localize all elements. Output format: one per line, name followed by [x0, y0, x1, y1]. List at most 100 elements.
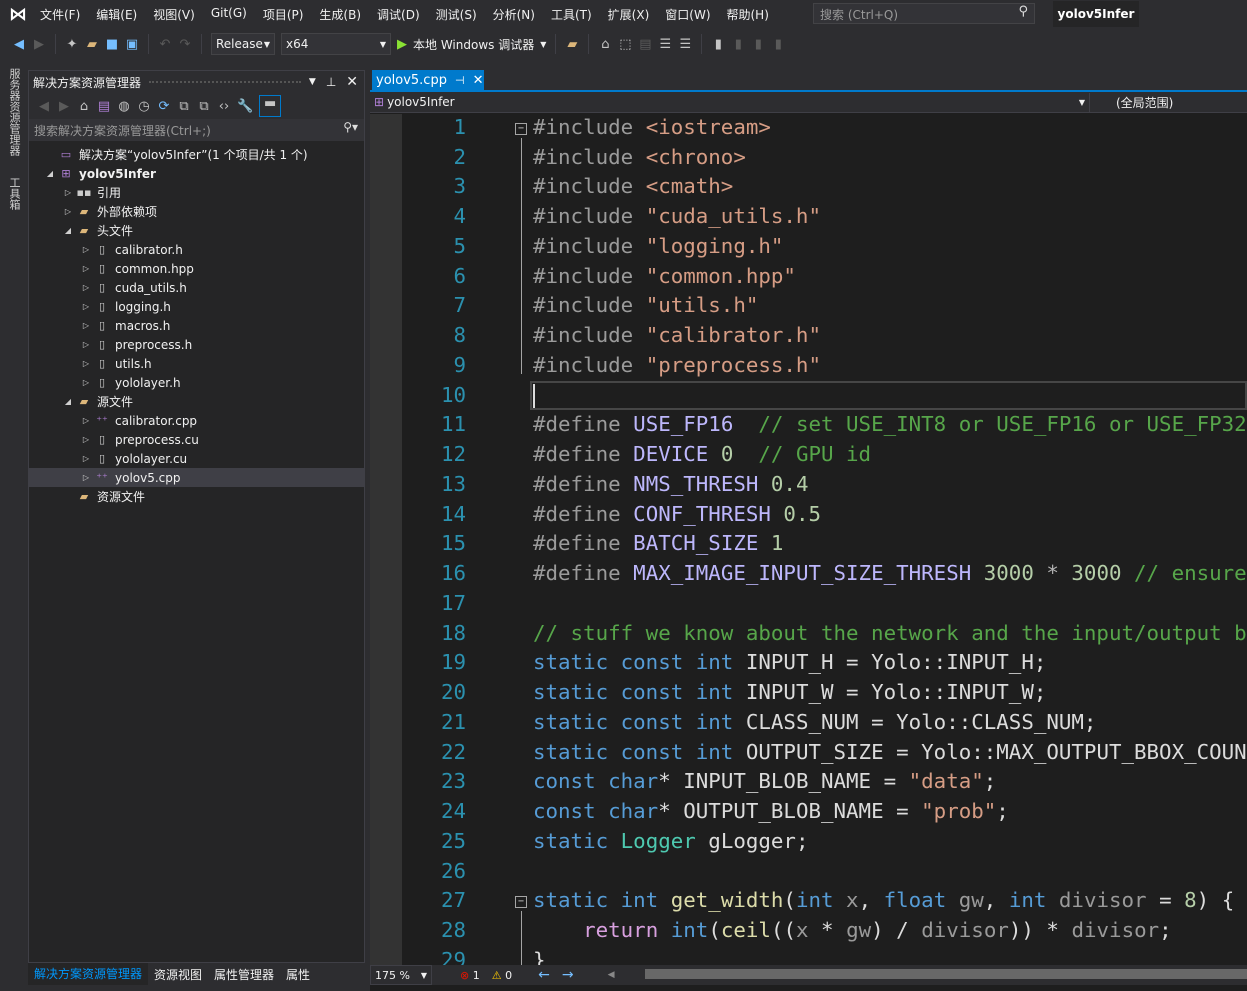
fold-collapse-icon[interactable]: −: [515, 896, 527, 909]
sync-icon[interactable]: ⟳: [157, 99, 171, 114]
tree-item[interactable]: ◢ ▰ 源文件: [29, 392, 364, 411]
pin-icon[interactable]: ⊣: [455, 74, 465, 87]
collapsed-arrow-icon[interactable]: ▷: [79, 454, 93, 463]
new-item-icon[interactable]: ✦: [65, 37, 79, 52]
zoom-dropdown[interactable]: 175 % ▼: [370, 965, 432, 985]
menu-item[interactable]: 分析(N): [489, 6, 545, 23]
tree-item[interactable]: ▷ ▪▪ 引用: [29, 183, 364, 202]
collapsed-arrow-icon[interactable]: ▷: [79, 416, 93, 425]
tree-item[interactable]: ◢ ⊞ yolov5Infer: [29, 164, 364, 183]
menu-item[interactable]: Git(G): [207, 6, 257, 23]
collapsed-arrow-icon[interactable]: ▷: [79, 378, 93, 387]
tree-item[interactable]: ▷ ▯ macros.h: [29, 316, 364, 335]
tree-item[interactable]: ▷ ⁺⁺ calibrator.cpp: [29, 411, 364, 430]
tree-item[interactable]: ▷ ▰ 外部依赖项: [29, 202, 364, 221]
collapsed-arrow-icon[interactable]: ▷: [79, 359, 93, 368]
tree-item[interactable]: ▰ 资源文件: [29, 487, 364, 506]
forward-icon[interactable]: ▶: [32, 37, 46, 52]
tree-item[interactable]: ▷ ▯ preprocess.h: [29, 335, 364, 354]
clear-bookmarks-icon[interactable]: ▮: [771, 37, 785, 52]
menu-item[interactable]: 工具(T): [547, 6, 602, 23]
select-icon[interactable]: ⬚: [618, 37, 632, 52]
tree-item[interactable]: ▷ ▯ common.hpp: [29, 259, 364, 278]
collapsed-arrow-icon[interactable]: ▷: [79, 473, 93, 482]
search-icon[interactable]: ⚲▾: [343, 120, 358, 134]
expanded-arrow-icon[interactable]: ◢: [61, 226, 75, 235]
collapsed-arrow-icon[interactable]: ▷: [79, 302, 93, 311]
collapsed-arrow-icon[interactable]: ▷: [61, 188, 75, 197]
collapsed-arrow-icon[interactable]: ▷: [79, 340, 93, 349]
menu-item[interactable]: 生成(B): [315, 6, 371, 23]
menu-item[interactable]: 文件(F): [36, 6, 90, 23]
comment-icon[interactable]: ☰: [678, 37, 692, 52]
errors-indicator[interactable]: ⊗ 1: [460, 969, 480, 982]
tree-item[interactable]: ▷ ⁺⁺ yolov5.cpp: [29, 468, 364, 487]
bottom-tab[interactable]: 属性: [280, 966, 316, 983]
play-icon[interactable]: ▶: [397, 37, 407, 52]
collapsed-arrow-icon[interactable]: ▷: [79, 245, 93, 254]
close-icon[interactable]: ✕: [346, 74, 358, 90]
open-folder-icon[interactable]: ▰: [85, 37, 99, 52]
run-debugger-button[interactable]: 本地 Windows 调试器: [413, 36, 534, 53]
layout-icon[interactable]: ▤: [638, 37, 652, 52]
tree-item[interactable]: ▷ ▯ logging.h: [29, 297, 364, 316]
bottom-tab[interactable]: 属性管理器: [208, 966, 280, 983]
collapsed-arrow-icon[interactable]: ▷: [79, 435, 93, 444]
menu-item[interactable]: 测试(S): [432, 6, 487, 23]
menu-item[interactable]: 项目(P): [259, 6, 314, 23]
switch-views-icon[interactable]: ▤: [97, 99, 111, 114]
globe-icon[interactable]: ◍: [117, 99, 131, 114]
horizontal-scrollbar[interactable]: [645, 969, 1247, 979]
menu-item[interactable]: 窗口(W): [661, 6, 720, 23]
bottom-tab[interactable]: 解决方案资源管理器: [28, 963, 149, 985]
menu-item[interactable]: 调试(D): [373, 6, 430, 23]
back-icon[interactable]: ◀: [12, 37, 26, 52]
menu-item[interactable]: 扩展(X): [604, 6, 660, 23]
bookmark-icon[interactable]: ▮: [711, 37, 725, 52]
platform-dropdown[interactable]: x64 ▼: [281, 33, 391, 55]
collapsed-arrow-icon[interactable]: ▷: [79, 321, 93, 330]
next-bookmark-icon[interactable]: ▮: [751, 37, 765, 52]
collapsed-arrow-icon[interactable]: ▷: [79, 264, 93, 273]
search-icon[interactable]: ⚲: [1018, 4, 1028, 19]
collapsed-arrow-icon[interactable]: ▷: [61, 207, 75, 216]
tab-yolov5-cpp[interactable]: yolov5.cpp ⊣ ✕: [372, 70, 484, 90]
undo-icon[interactable]: ↶: [158, 37, 172, 52]
solution-search-input[interactable]: 搜索解决方案资源管理器(Ctrl+;) ⚲▾: [29, 119, 364, 141]
menu-item[interactable]: 视图(V): [149, 6, 205, 23]
tree-item[interactable]: ▭ 解决方案“yolov5Infer”(1 个项目/共 1 个): [29, 145, 364, 164]
scroll-left-icon[interactable]: ◀: [608, 970, 615, 980]
toolbox-tab[interactable]: 工具箱: [6, 177, 22, 210]
project-dropdown[interactable]: ⊞ yolov5Infer ▼: [370, 92, 1090, 112]
navigate-forward-icon[interactable]: →: [562, 967, 574, 983]
preview-icon[interactable]: ▬: [259, 95, 282, 117]
pending-changes-icon[interactable]: ◷: [137, 99, 151, 114]
menu-item[interactable]: 编辑(E): [92, 6, 147, 23]
indent-icon[interactable]: ☰: [658, 37, 672, 52]
navigate-back-icon[interactable]: ←: [538, 967, 550, 983]
dropdown-icon[interactable]: ▼: [309, 77, 316, 87]
drag-handle[interactable]: [149, 81, 301, 83]
tree-item[interactable]: ▷ ▯ calibrator.h: [29, 240, 364, 259]
code-view-icon[interactable]: ‹›: [217, 99, 231, 114]
back-icon[interactable]: ◀: [37, 99, 51, 114]
home-icon[interactable]: ⌂: [77, 99, 91, 114]
tree-item[interactable]: ▷ ▯ yololayer.h: [29, 373, 364, 392]
tree-item[interactable]: ▷ ▯ preprocess.cu: [29, 430, 364, 449]
scope-dropdown[interactable]: (全局范围): [1090, 94, 1173, 111]
expanded-arrow-icon[interactable]: ◢: [61, 397, 75, 406]
menu-item[interactable]: 帮助(H): [723, 6, 779, 23]
show-all-files-icon[interactable]: ⧉: [197, 99, 211, 114]
collapse-all-icon[interactable]: ⧉: [177, 99, 191, 114]
chevron-down-icon[interactable]: ▼: [540, 40, 546, 49]
tree-item[interactable]: ◢ ▰ 头文件: [29, 221, 364, 240]
search-input[interactable]: 搜索 (Ctrl+Q) ⚲: [813, 3, 1035, 24]
wrench-icon[interactable]: 🔧: [237, 99, 253, 114]
pin-icon[interactable]: ⊥: [326, 75, 336, 89]
forward-icon[interactable]: ▶: [57, 99, 71, 114]
code-area[interactable]: 1 #include <iostream> 2 #include <chrono> 3 #…: [402, 114, 1247, 965]
expanded-arrow-icon[interactable]: ◢: [43, 169, 57, 178]
save-icon[interactable]: ■: [105, 37, 119, 52]
tree-item[interactable]: ▷ ▯ cuda_utils.h: [29, 278, 364, 297]
find-in-files-icon[interactable]: ▰: [565, 37, 579, 52]
